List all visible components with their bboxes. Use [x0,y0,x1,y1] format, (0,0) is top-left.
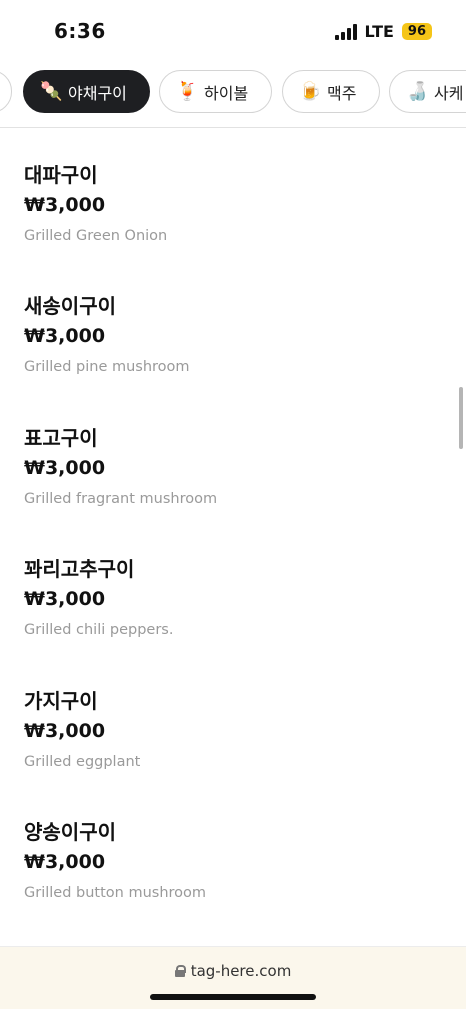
browser-bottom-bar: tag-here.com [0,946,466,1009]
item-description: Grilled button mushroom [24,885,207,901]
tab-label: 사케 [434,83,464,103]
sake-icon: 🍶 [406,81,429,102]
cellular-signal-icon [334,23,357,40]
menu-item[interactable]: 대파구이 ₩3,000 Grilled Green Onion [24,161,444,246]
item-description: Grilled chili peppers. [24,622,174,638]
status-time: 6:36 [54,19,106,43]
item-description: Grilled pine mushroom [24,359,190,375]
beer-icon: 🍺 [299,81,322,102]
address-bar[interactable]: tag-here.com [0,962,466,980]
item-price: ₩3,000 [24,720,106,742]
tab-grilled-vegetables[interactable]: 🍡 야채구이 [23,70,150,113]
item-description: Grilled Green Onion [24,228,168,244]
tab-label: 맥주 [327,83,357,103]
status-bar: 6:36 LTE 96 [0,0,466,62]
network-type: LTE [364,22,394,41]
tabs-divider [0,127,466,128]
home-indicator[interactable] [150,994,316,1000]
item-description: Grilled fragrant mushroom [24,491,218,507]
item-price: ₩3,000 [24,588,106,610]
item-price: ₩3,000 [24,194,106,216]
battery-icon: 96 [401,23,432,40]
tab-label: 하이볼 [204,83,249,103]
status-indicators: LTE 96 [334,22,432,41]
item-name: 표고구이 [24,426,98,450]
tab-beer[interactable]: 🍺 맥주 [282,70,380,113]
menu-item[interactable]: 표고구이 ₩3,000 Grilled fragrant mushroom [24,424,444,509]
scrollbar-thumb[interactable] [459,387,463,449]
dango-icon: 🍡 [40,81,63,102]
item-price: ₩3,000 [24,457,106,479]
menu-item[interactable]: 양송이구이 ₩3,000 Grilled button mushroom [24,818,444,903]
item-name: 대파구이 [24,163,98,187]
item-price: ₩3,000 [24,325,106,347]
item-name: 가지구이 [24,689,98,713]
tab-highball[interactable]: 🍹 하이볼 [159,70,272,113]
cocktail-icon: 🍹 [176,81,199,102]
lock-icon [174,965,186,977]
menu-item[interactable]: 새송이구이 ₩3,000 Grilled pine mushroom [24,292,444,377]
url-text: tag-here.com [190,962,292,980]
item-price: ₩3,000 [24,851,106,873]
tab-previous[interactable] [0,70,12,113]
category-tabs: 🍡 야채구이 🍹 하이볼 🍺 맥주 🍶 사케 [0,70,466,114]
item-name: 양송이구이 [24,820,116,844]
item-name: 새송이구이 [24,294,116,318]
menu-item[interactable]: 가지구이 ₩3,000 Grilled eggplant [24,687,444,772]
tab-label: 야채구이 [68,83,127,103]
item-name: 꽈리고추구이 [24,557,135,581]
item-description: Grilled eggplant [24,754,141,770]
tab-sake[interactable]: 🍶 사케 [389,70,466,113]
menu-item[interactable]: 꽈리고추구이 ₩3,000 Grilled chili peppers. [24,555,444,640]
